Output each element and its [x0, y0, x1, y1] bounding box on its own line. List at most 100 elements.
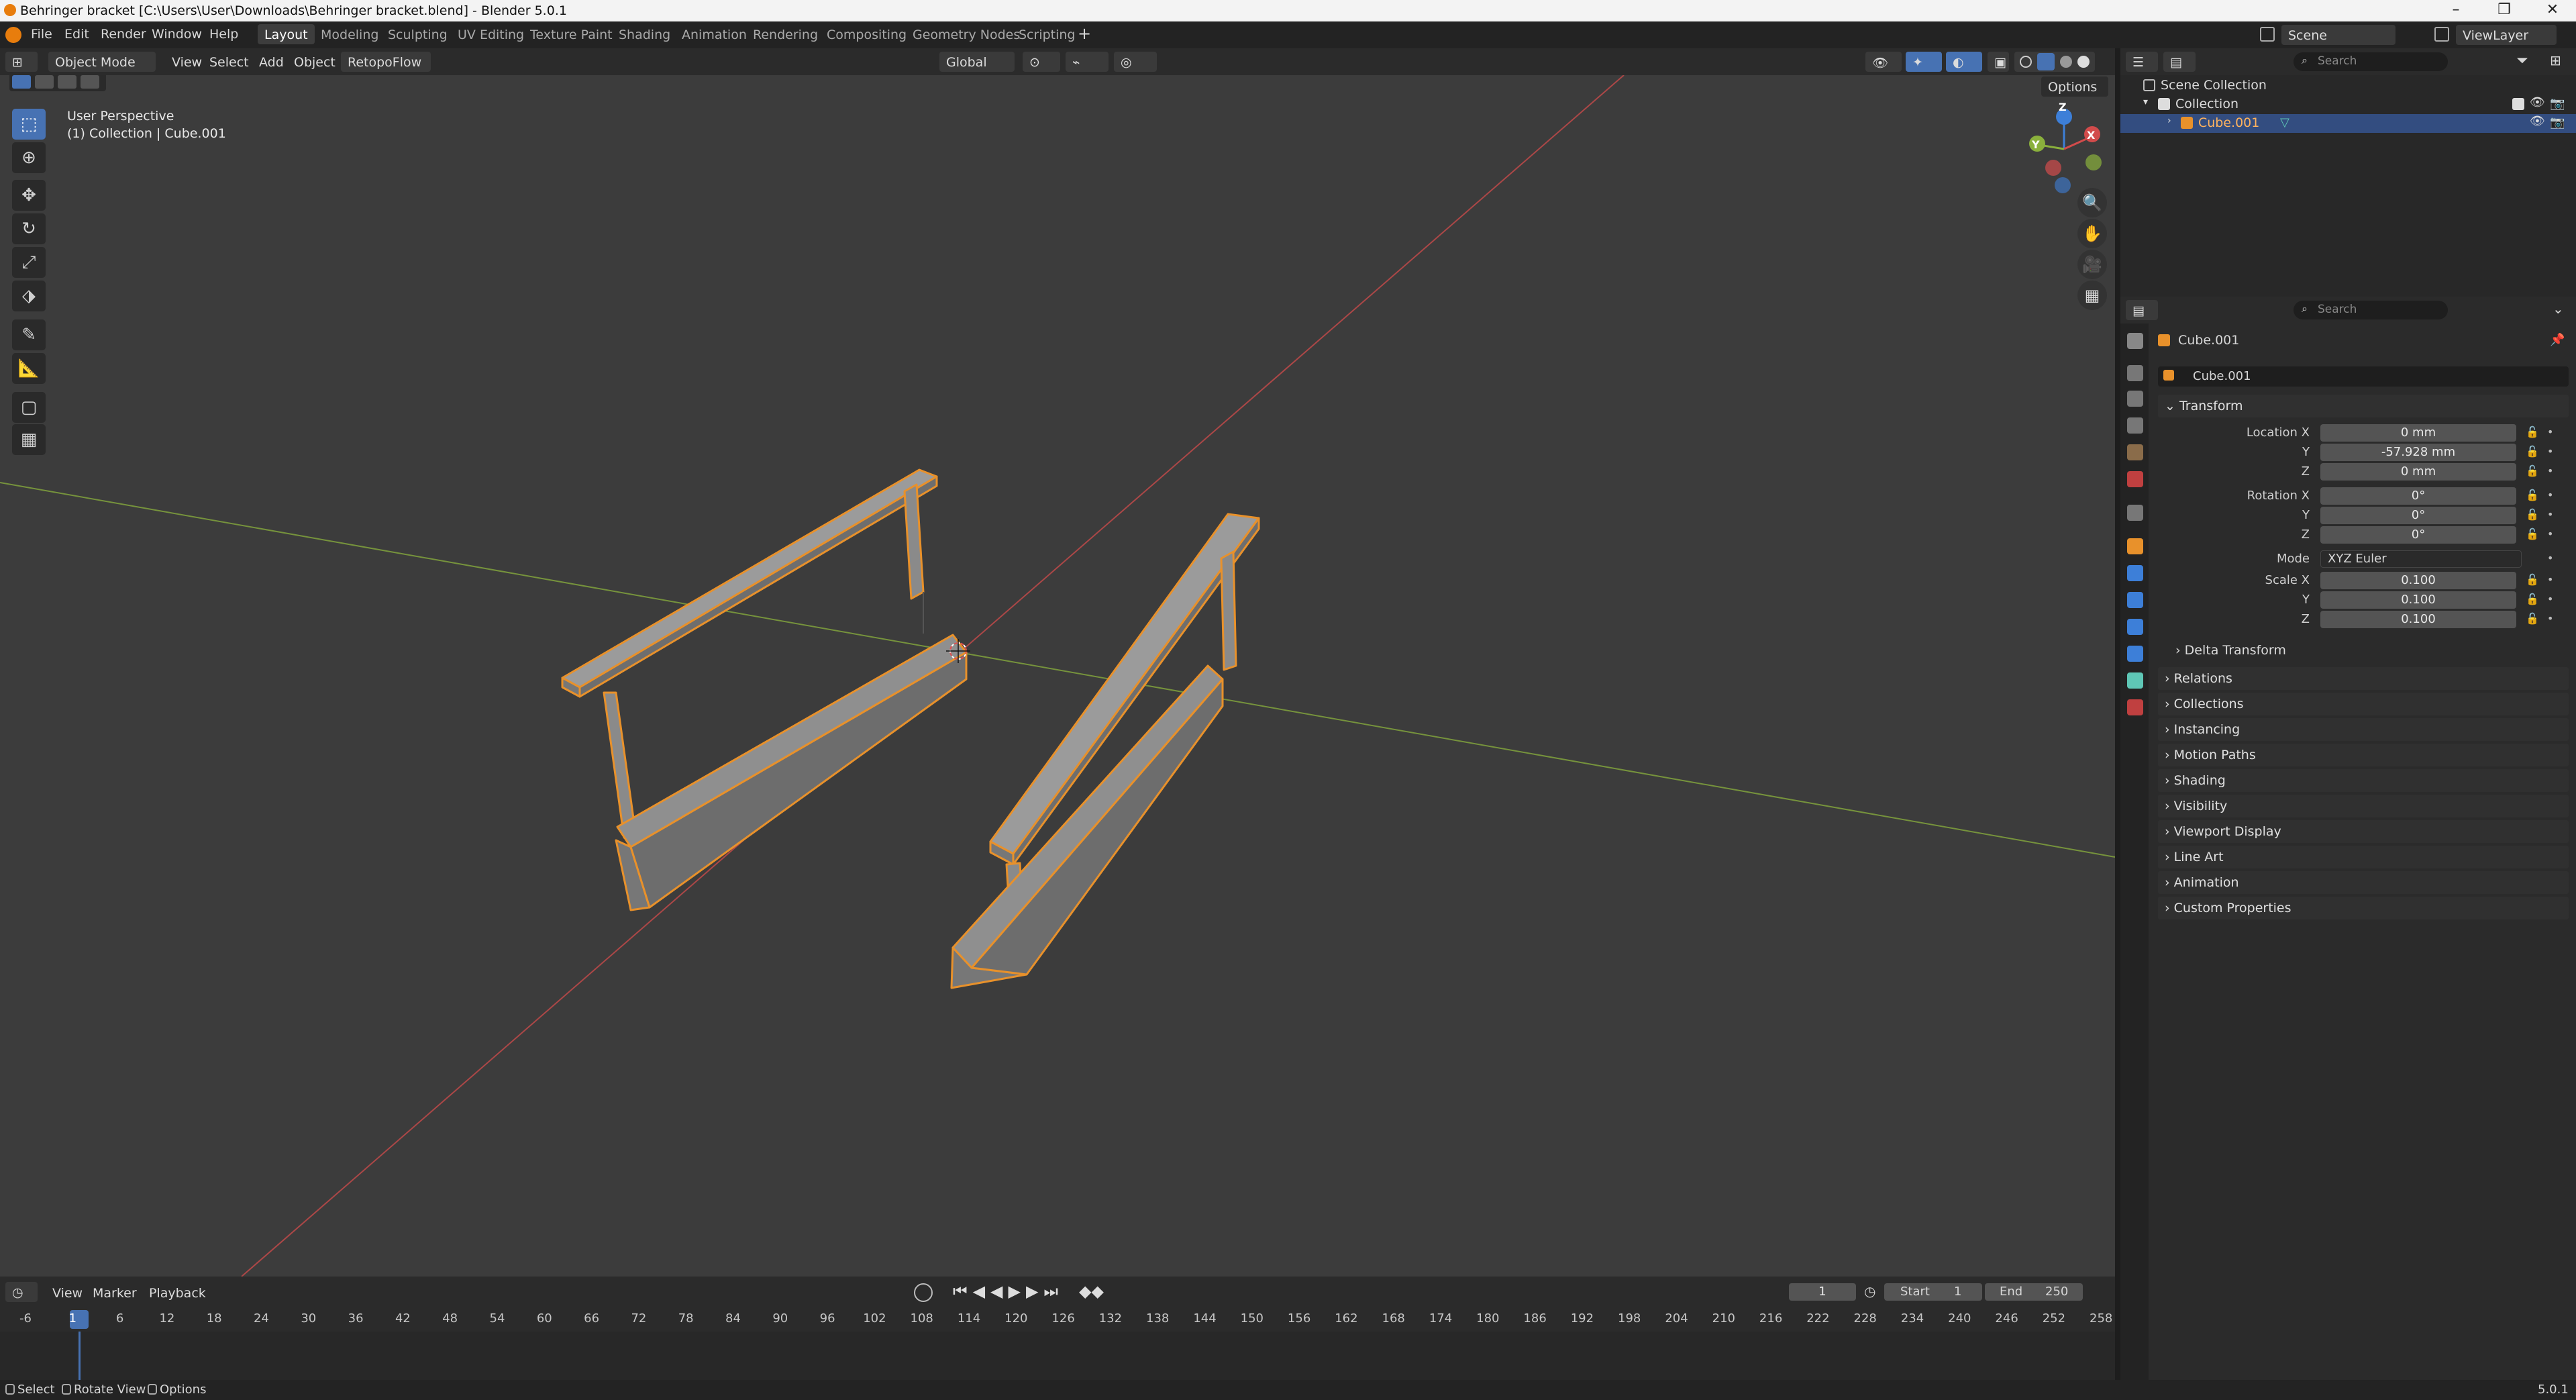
visibility-eye-icon[interactable]: 👁	[2530, 95, 2545, 109]
lock-icon[interactable]: 🔓	[2526, 508, 2539, 521]
material-tab-icon[interactable]	[2127, 699, 2143, 715]
viewport-menu-select[interactable]: Select	[209, 55, 249, 70]
particles-tab-icon[interactable]	[2127, 592, 2143, 608]
rotation-z-field[interactable]: 0°	[2320, 526, 2516, 544]
scene-selector[interactable]: Scene	[2281, 25, 2395, 45]
keyframe-dot-icon[interactable]: •	[2547, 426, 2553, 438]
data-tab-icon[interactable]	[2127, 672, 2143, 689]
annotate-tool-icon[interactable]: ✎	[12, 319, 46, 350]
menu-edit[interactable]: Edit	[64, 27, 89, 42]
object-tab-icon[interactable]	[2127, 538, 2143, 554]
timeline-track-area[interactable]	[0, 1332, 2115, 1385]
menu-window[interactable]: Window	[152, 27, 202, 42]
scale-x-field[interactable]: 0.100	[2320, 572, 2516, 589]
expand-chevron-icon[interactable]: ▾	[2143, 97, 2148, 107]
workspace-tab-rendering[interactable]: Rendering	[746, 24, 825, 44]
viewport-menu-object[interactable]: Object	[294, 55, 336, 70]
wireframe-shading-icon[interactable]	[2020, 56, 2032, 68]
output-tab-icon[interactable]	[2127, 391, 2143, 407]
minimize-button[interactable]: –	[2442, 1, 2469, 18]
workspace-tab-scripting[interactable]: Scripting	[1012, 24, 1082, 44]
pan-hand-icon[interactable]: ✋	[2077, 219, 2107, 248]
outliner-row-scene-collection[interactable]: Scene Collection	[2120, 77, 2576, 95]
tool-tab-icon[interactable]	[2127, 333, 2143, 349]
modifier-tab-icon[interactable]	[2127, 565, 2143, 581]
zoom-icon[interactable]: 🔍	[2077, 188, 2107, 217]
keyframe-dot-icon[interactable]: •	[2547, 528, 2553, 540]
panel-viewport-display[interactable]: › Viewport Display	[2158, 820, 2569, 843]
keyframe-dot-icon[interactable]: •	[2547, 552, 2553, 564]
gizmo-toggle-icon[interactable]: ✦	[1906, 52, 1942, 72]
keyframe-dot-icon[interactable]: •	[2547, 593, 2553, 605]
start-frame-field[interactable]: Start 1	[1884, 1283, 1982, 1301]
menu-help[interactable]: Help	[209, 27, 238, 42]
rendered-shading-icon[interactable]	[2077, 56, 2090, 68]
lock-icon[interactable]: 🔓	[2526, 612, 2539, 625]
workspace-tab-sculpting[interactable]: Sculpting	[381, 24, 454, 44]
editor-type-3d-view-icon[interactable]: ⊞	[5, 52, 38, 72]
select-box-tool-icon[interactable]: ⬚	[12, 109, 46, 140]
filter-icon[interactable]: ⏷	[2516, 52, 2528, 69]
rotate-tool-icon[interactable]: ↻	[12, 213, 46, 244]
workspace-tab-modeling[interactable]: Modeling	[314, 24, 385, 44]
panel-line-art[interactable]: › Line Art	[2158, 846, 2569, 868]
render-camera-icon[interactable]: 📷	[2550, 97, 2565, 111]
cursor-tool-icon[interactable]: ⊕	[12, 142, 46, 173]
physics-tab-icon[interactable]	[2127, 619, 2143, 635]
lock-icon[interactable]: 🔓	[2526, 573, 2539, 586]
transform-panel-header[interactable]: ⌄ Transform	[2158, 395, 2569, 417]
timeline-ruler[interactable]: -6 1 6 12 18 24 30 36 42 48 54 60 66 72 78 84 90 96 102 108…	[0, 1309, 2115, 1332]
visibility-eye-icon[interactable]: 👁	[2530, 114, 2545, 128]
panel-relations[interactable]: › Relations	[2158, 667, 2569, 690]
timeline-menu-view[interactable]: View	[52, 1286, 83, 1301]
outliner-display-mode-icon[interactable]: ▤	[2163, 52, 2196, 72]
panel-visibility[interactable]: › Visibility	[2158, 795, 2569, 817]
keyframe-dot-icon[interactable]: •	[2547, 464, 2553, 477]
keyframe-dot-icon[interactable]: •	[2547, 508, 2553, 521]
keyframe-dot-icon[interactable]: •	[2547, 445, 2553, 458]
render-tab-icon[interactable]	[2127, 365, 2143, 381]
workspace-tab-compositing[interactable]: Compositing	[820, 24, 913, 44]
select-subtract-icon[interactable]	[58, 75, 76, 89]
viewport-menu-add[interactable]: Add	[259, 55, 284, 70]
pivot-point-icon[interactable]: ⊙	[1023, 52, 1060, 72]
workspace-tab-shading[interactable]: Shading	[612, 24, 677, 44]
measure-tool-icon[interactable]: 📐	[12, 353, 46, 384]
add-workspace-button[interactable]: +	[1078, 24, 1091, 43]
location-z-field[interactable]: 0 mm	[2320, 463, 2516, 481]
lock-icon[interactable]: 🔓	[2526, 489, 2539, 501]
panel-custom-properties[interactable]: › Custom Properties	[2158, 897, 2569, 919]
object-mode-dropdown[interactable]: Object Mode	[48, 52, 156, 72]
scene-tab-icon[interactable]	[2127, 444, 2143, 460]
lock-icon[interactable]: 🔓	[2526, 445, 2539, 458]
properties-options-chevron-icon[interactable]: ⌄	[2553, 301, 2564, 317]
retopoflow-tool-icon[interactable]: ▦	[12, 424, 46, 455]
workspace-tab-animation[interactable]: Animation	[675, 24, 754, 44]
expand-chevron-icon[interactable]: ›	[2167, 115, 2171, 126]
select-extend-icon[interactable]	[35, 75, 54, 89]
location-y-field[interactable]: -57.928 mm	[2320, 444, 2516, 461]
keyframe-dot-icon[interactable]: •	[2547, 573, 2553, 586]
viewport-menu-view[interactable]: View	[172, 55, 202, 70]
panel-animation[interactable]: › Animation	[2158, 871, 2569, 894]
workspace-tab-layout[interactable]: Layout	[258, 24, 315, 44]
outliner-editor-type-icon[interactable]: ☰	[2126, 52, 2158, 72]
workspace-tab-texture-paint[interactable]: Texture Paint	[523, 24, 619, 44]
properties-search-input[interactable]: ⌕ Search	[2294, 301, 2448, 319]
add-cube-tool-icon[interactable]: ▢	[12, 392, 46, 423]
playback-controls[interactable]: ⏮◀◀▶▶⏭	[953, 1282, 1064, 1301]
snap-icon[interactable]: ⌁	[1066, 52, 1109, 72]
blender-menu-icon[interactable]	[5, 27, 21, 43]
exclude-checkbox[interactable]	[2512, 98, 2524, 110]
visibility-filter-icon[interactable]: 👁	[1865, 52, 1902, 72]
properties-editor-type-icon[interactable]: ▤	[2126, 300, 2158, 320]
transform-tool-icon[interactable]: ⬗	[12, 281, 46, 311]
outliner-search-input[interactable]: ⌕ Search	[2294, 52, 2448, 71]
select-intersect-icon[interactable]	[81, 75, 99, 89]
scale-tool-icon[interactable]: ⤢	[12, 247, 46, 278]
menu-file[interactable]: File	[31, 27, 52, 42]
lock-icon[interactable]: 🔓	[2526, 528, 2539, 540]
new-collection-icon[interactable]: ⊞	[2550, 52, 2561, 68]
view-layer-selector[interactable]: ViewLayer	[2456, 25, 2557, 45]
workspace-tab-geometry-nodes[interactable]: Geometry Nodes	[906, 24, 1027, 44]
